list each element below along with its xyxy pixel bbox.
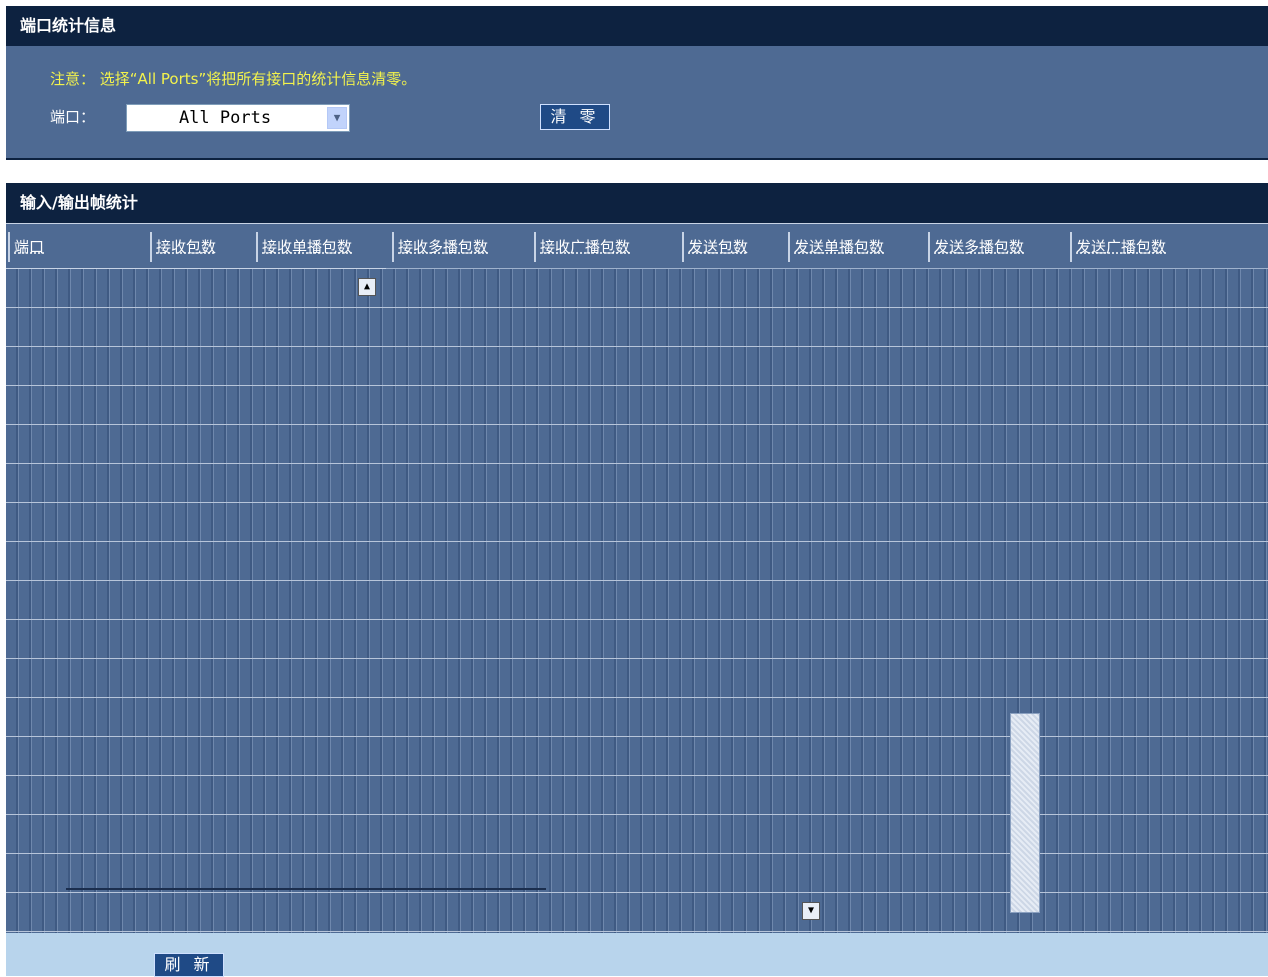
column-header-tx-unicast[interactable]: 发送单播包数 <box>788 232 928 262</box>
clear-button[interactable]: 清 零 <box>540 104 610 130</box>
clear-notice: 注意： 选择“All Ports”将把所有接口的统计信息清零。 <box>50 70 417 88</box>
table-row <box>6 815 1268 854</box>
table-row <box>6 581 1268 620</box>
table-row <box>6 503 1268 542</box>
column-header-rx-broadcast[interactable]: 接收广播包数 <box>534 232 682 262</box>
table-header: 端口 接收包数 接收单播包数 接收多播包数 接收广播包数 发送包数 发送单播包数… <box>6 223 1268 270</box>
frame-stats-table: 端口 接收包数 接收单播包数 接收多播包数 接收广播包数 发送包数 发送单播包数… <box>6 223 1268 933</box>
table-row <box>6 386 1268 425</box>
column-header-rx-multicast[interactable]: 接收多播包数 <box>392 232 534 262</box>
frame-stats-header: 输入/输出帧统计 <box>6 183 1268 223</box>
table-row <box>6 893 1268 932</box>
chevron-down-icon[interactable]: ▼ <box>327 107 347 129</box>
footer-bar: 刷 新 <box>6 933 1268 977</box>
table-row <box>6 425 1268 464</box>
frame-stats-title: 输入/输出帧统计 <box>20 193 138 212</box>
column-header-tx-packets[interactable]: 发送包数 <box>682 232 788 262</box>
column-header-port[interactable]: 端口 <box>8 232 148 262</box>
table-row <box>6 308 1268 347</box>
vertical-scrollbar[interactable] <box>1010 713 1040 913</box>
table-row <box>6 347 1268 386</box>
port-stats-body: 注意： 选择“All Ports”将把所有接口的统计信息清零。 端口： All … <box>6 46 1268 160</box>
port-select-value: All Ports <box>178 108 272 128</box>
arrow-down-icon[interactable]: ▼ <box>802 902 820 920</box>
column-header-tx-multicast[interactable]: 发送多播包数 <box>928 232 1070 262</box>
table-row <box>6 659 1268 698</box>
table-row <box>6 269 1268 308</box>
arrow-up-icon[interactable]: ▲ <box>358 278 376 296</box>
port-label: 端口： <box>50 108 96 126</box>
table-row <box>6 542 1268 581</box>
port-stats-title: 端口统计信息 <box>20 16 117 35</box>
table-body <box>6 269 1268 933</box>
port-stats-header: 端口统计信息 <box>6 6 1268 46</box>
port-select[interactable]: All Ports ▼ <box>126 104 350 132</box>
table-divider <box>66 888 546 890</box>
column-header-tx-broadcast[interactable]: 发送广播包数 <box>1070 232 1268 262</box>
table-row <box>6 464 1268 503</box>
table-row <box>6 698 1268 737</box>
column-header-rx-unicast[interactable]: 接收单播包数 <box>256 232 392 262</box>
table-row <box>6 776 1268 815</box>
column-header-rx-packets[interactable]: 接收包数 <box>150 232 256 262</box>
table-row <box>6 737 1268 776</box>
refresh-button[interactable]: 刷 新 <box>154 953 224 977</box>
table-row <box>6 620 1268 659</box>
